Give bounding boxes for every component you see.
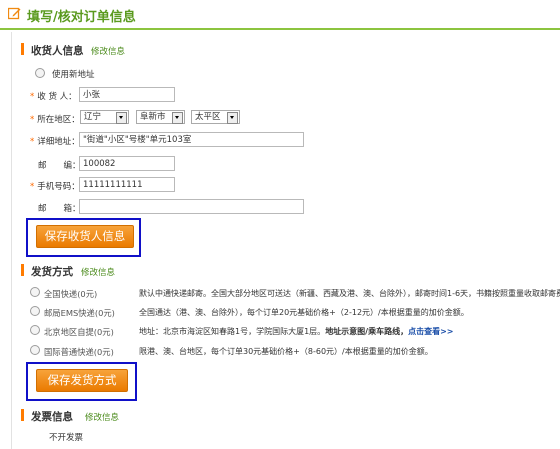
shipping-option-desc: 地址：北京市海淀区知春路1号，学院国际大厦1层。地址示意图/乘车路线，点击查看>…: [139, 327, 454, 336]
shipping-option-name: 国际普通快递(0元): [44, 347, 114, 357]
province-select[interactable]: 辽宁: [80, 110, 129, 124]
name-label: * 收 货 人：: [30, 92, 77, 102]
phone-field[interactable]: 11111111111: [79, 177, 175, 192]
zip-field[interactable]: 100082: [79, 156, 175, 171]
shipping-option-desc: 全国通达（港、澳、台除外），每个订单20元基础价格+（2-12元）/本根据重量的…: [139, 308, 469, 317]
shipping-option-desc: 限港、澳、台地区，每个订单30元基础价格+（8-60元）/本根据重量的加价金额。: [139, 347, 433, 356]
edit-icon: [8, 7, 21, 20]
shipping-option-desc: 默认中通快递邮寄。全国大部分地区可送达（新疆、西藏及港、澳、台除外），邮寄时间1…: [139, 289, 560, 298]
page-title: 填写/核对订单信息: [27, 10, 136, 25]
recipient-title: 收货人信息: [31, 45, 84, 57]
district-select[interactable]: 太平区: [191, 110, 240, 124]
shipping-option-radio[interactable]: [30, 306, 40, 316]
section-marker: [21, 43, 24, 55]
email-label: 邮 箱：: [38, 204, 81, 214]
section-marker: [21, 264, 24, 276]
shipping-option-radio[interactable]: [30, 287, 40, 297]
use-new-address-radio[interactable]: [35, 68, 45, 78]
save-recipient-button[interactable]: 保存收货人信息: [36, 225, 134, 248]
shipping-option-name: 邮局EMS快递(0元): [44, 308, 115, 318]
section-divider: [11, 32, 12, 449]
recipient-edit-link[interactable]: 修改信息: [91, 45, 125, 57]
map-route-text: 地址示意图/乘车路线，: [325, 327, 409, 336]
page-header: 填写/核对订单信息: [0, 0, 560, 30]
shipping-option-radio[interactable]: [30, 345, 40, 355]
name-field[interactable]: 小张: [79, 87, 175, 102]
shipping-option-name: 全国快递(0元): [44, 289, 98, 299]
zip-label: 邮 编：: [38, 161, 81, 171]
email-field[interactable]: [79, 199, 304, 214]
use-new-address-label: 使用新地址: [52, 70, 95, 80]
shipping-option-radio[interactable]: [30, 325, 40, 335]
invoice-edit-link[interactable]: 修改信息: [85, 411, 119, 423]
chevron-down-icon: [227, 112, 238, 124]
section-marker: [21, 409, 24, 421]
phone-label: * 手机号码：: [30, 182, 80, 192]
chevron-down-icon: [116, 112, 127, 124]
shipping-edit-link[interactable]: 修改信息: [81, 266, 115, 278]
address-field[interactable]: "街道"小区"号楼"单元103室: [79, 132, 304, 147]
address-label: * 详细地址：: [30, 137, 80, 147]
region-label: * 所在地区：: [30, 115, 80, 125]
invoice-title: 发票信息: [31, 411, 73, 423]
chevron-down-icon: [172, 112, 183, 124]
view-map-link[interactable]: 点击查看>>: [408, 327, 453, 336]
shipping-option-name: 北京地区自提(0元): [44, 327, 114, 337]
invoice-value: 不开发票: [49, 433, 84, 443]
save-shipping-button[interactable]: 保存发货方式: [36, 369, 128, 392]
city-select[interactable]: 阜新市: [136, 110, 185, 124]
shipping-title: 发货方式: [31, 266, 73, 278]
